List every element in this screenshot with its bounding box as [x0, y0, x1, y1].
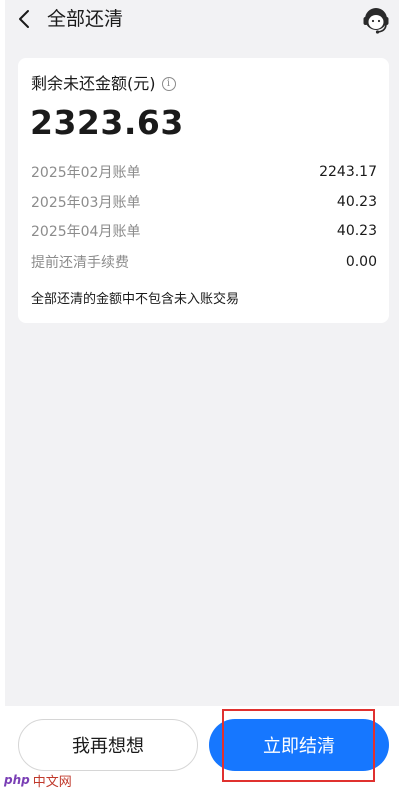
remaining-amount: 2323.63 [30, 103, 184, 142]
watermark-logo: php [4, 773, 30, 787]
chevron-left-icon[interactable] [14, 8, 36, 30]
bill-row: 2025年03月账单 40.23 [31, 192, 377, 212]
balance-card: 剩余未还金额(元) i 2323.63 2025年02月账单 2243.17 2… [18, 58, 389, 323]
bill-row-name: 2025年04月账单 [31, 224, 141, 240]
remaining-label-row: 剩余未还金额(元) i [31, 73, 176, 95]
page-title: 全部还清 [47, 8, 124, 30]
fee-row-value: 0.00 [345, 254, 377, 270]
think-again-button[interactable]: 我再想想 [18, 719, 198, 771]
bill-row: 2025年04月账单 40.23 [31, 221, 377, 241]
bill-row: 2025年02月账单 2243.17 [31, 162, 377, 182]
excluded-transactions-note: 全部还清的金额中不包含未入账交易 [31, 292, 240, 307]
header: 全部还清 [0, 0, 404, 42]
remaining-amount-label: 剩余未还金额(元) [31, 74, 156, 93]
screen: 全部还清 剩余未还金额(元) i 2323.63 2025年02月账单 2243… [0, 0, 404, 790]
watermark-text: 中文网 [32, 774, 72, 790]
bill-row-name: 2025年03月账单 [31, 195, 141, 211]
fee-row: 提前还清手续费 0.00 [31, 252, 377, 272]
bill-row-value: 40.23 [336, 223, 377, 239]
bill-row-value: 40.23 [336, 194, 377, 210]
info-icon[interactable]: i [161, 77, 176, 91]
customer-service-icon[interactable] [362, 5, 390, 35]
settle-now-button[interactable]: 立即结清 [209, 719, 389, 771]
bill-row-name: 2025年02月账单 [31, 165, 141, 181]
fee-row-name: 提前还清手续费 [31, 255, 129, 271]
watermark: php 中文网 [4, 771, 72, 790]
bill-row-value: 2243.17 [319, 164, 377, 180]
